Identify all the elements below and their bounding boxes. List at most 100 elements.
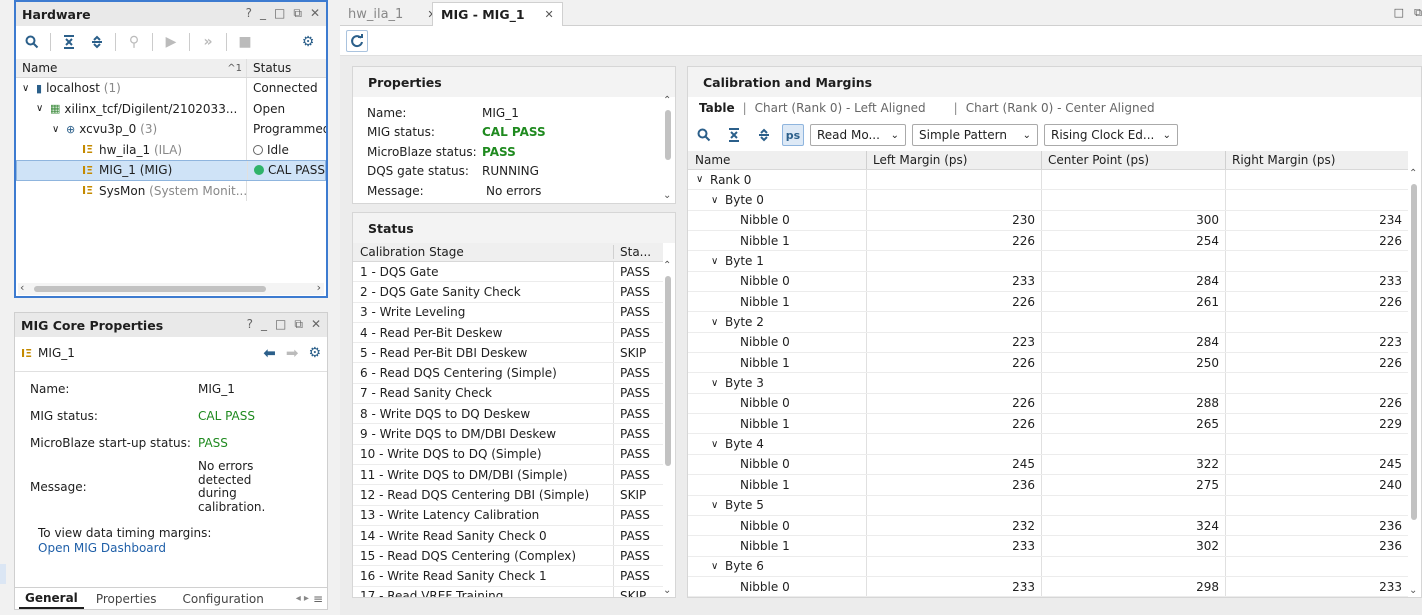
- scroll-down-icon[interactable]: ⌄: [663, 585, 671, 596]
- properties-scrollbar[interactable]: ⌃ ⌄: [662, 95, 674, 203]
- scrollbar-thumb[interactable]: [665, 276, 671, 466]
- read-mode-dropdown[interactable]: Read Mo... ⌄: [810, 124, 906, 146]
- expander-icon[interactable]: ∨: [696, 174, 710, 185]
- status-row[interactable]: 10 - Write DQS to DQ (Simple) PASS: [353, 444, 663, 465]
- close-icon[interactable]: ✕: [310, 6, 320, 21]
- expander-icon[interactable]: ∨: [711, 378, 725, 389]
- plug-icon[interactable]: ⚲: [122, 31, 146, 53]
- column-name[interactable]: Name: [22, 61, 57, 75]
- collapse-all-icon[interactable]: [722, 124, 746, 146]
- status-row[interactable]: 15 - Read DQS Centering (Complex) PASS: [353, 546, 663, 567]
- margin-row[interactable]: ∨ Byte 6: [688, 556, 1408, 577]
- maximize-icon[interactable]: □: [275, 317, 286, 332]
- status-row[interactable]: 11 - Write DQS to DM/DBI (Simple) PASS: [353, 464, 663, 486]
- status-row[interactable]: 14 - Write Read Sanity Check 0 PASS: [353, 525, 663, 547]
- expander-icon[interactable]: ∨: [711, 500, 725, 511]
- maximize-editor-icon[interactable]: □: [1394, 6, 1404, 19]
- close-tab-icon[interactable]: ✕: [545, 8, 554, 21]
- status-row[interactable]: 8 - Write DQS to DQ Deskew PASS: [353, 404, 663, 425]
- pattern-dropdown[interactable]: Simple Pattern ⌄: [912, 124, 1038, 146]
- margin-row[interactable]: Nibble 0 226 288 226: [688, 393, 1408, 415]
- editor-tab-mig[interactable]: MIG - MIG_1 ✕: [432, 2, 563, 26]
- tab-properties[interactable]: Properties: [90, 590, 163, 608]
- status-row[interactable]: 3 - Write Leveling PASS: [353, 302, 663, 323]
- margin-row[interactable]: Nibble 1 236 275 240: [688, 475, 1408, 496]
- scrollbar-thumb[interactable]: [665, 110, 671, 160]
- margin-row[interactable]: Nibble 0 223 284 223: [688, 332, 1408, 354]
- back-arrow-icon[interactable]: ⬅: [263, 344, 276, 362]
- margin-row[interactable]: Nibble 1 226 265 229: [688, 414, 1408, 435]
- maximize-icon[interactable]: □: [274, 6, 285, 21]
- margin-row[interactable]: Nibble 0 230 300 234: [688, 210, 1408, 232]
- column-status[interactable]: Sta...: [613, 245, 663, 259]
- expander-icon[interactable]: ∨: [711, 195, 725, 206]
- expander-icon[interactable]: ∨: [36, 103, 50, 114]
- scroll-left-icon[interactable]: ‹: [20, 281, 24, 294]
- status-row[interactable]: 9 - Write DQS to DM/DBI Deskew PASS: [353, 424, 663, 445]
- status-row[interactable]: 13 - Write Latency Calibration PASS: [353, 505, 663, 526]
- expander-icon[interactable]: ∨: [711, 317, 725, 328]
- collapse-all-icon[interactable]: [57, 31, 81, 53]
- view-tab-center-aligned[interactable]: Chart (Rank 0) - Center Aligned: [966, 101, 1155, 115]
- search-icon[interactable]: [20, 31, 44, 53]
- side-splitter[interactable]: [0, 564, 6, 584]
- status-scrollbar[interactable]: ⌃ ⌄: [662, 260, 674, 597]
- scroll-up-icon[interactable]: ⌃: [663, 260, 671, 271]
- stop-icon[interactable]: ■: [233, 31, 257, 53]
- margin-row[interactable]: ∨ Byte 3: [688, 373, 1408, 394]
- float-icon[interactable]: ⧉: [294, 317, 303, 332]
- editor-tab-hw-ila[interactable]: hw_ila_1 ✕: [340, 2, 445, 26]
- status-row[interactable]: 7 - Read Sanity Check PASS: [353, 383, 663, 405]
- scrollbar-thumb[interactable]: [34, 286, 266, 292]
- expander-icon[interactable]: ∨: [711, 439, 725, 450]
- column-center-point[interactable]: Center Point (ps): [1042, 151, 1226, 169]
- tab-scroll-icon[interactable]: ◂ ▸: [296, 593, 309, 604]
- status-row[interactable]: 2 - DQS Gate Sanity Check PASS: [353, 282, 663, 303]
- expand-all-icon[interactable]: [752, 124, 776, 146]
- margin-row[interactable]: Nibble 1 226 250 226: [688, 353, 1408, 374]
- status-row[interactable]: 17 - Read VREF Training SKIP: [353, 586, 663, 597]
- gear-icon[interactable]: ⚙: [296, 31, 320, 53]
- column-left-margin[interactable]: Left Margin (ps): [867, 151, 1042, 169]
- margin-row[interactable]: ∨ Byte 2: [688, 312, 1408, 333]
- tree-row-localhost[interactable]: ∨ ▮ localhost (1) Connected: [16, 78, 326, 99]
- expander-icon[interactable]: ∨: [52, 124, 66, 135]
- clock-edge-dropdown[interactable]: Rising Clock Ed... ⌄: [1044, 124, 1178, 146]
- expand-all-icon[interactable]: [85, 31, 109, 53]
- close-icon[interactable]: ✕: [311, 317, 321, 332]
- minimize-icon[interactable]: _: [261, 317, 267, 332]
- column-name[interactable]: Name: [688, 151, 867, 169]
- margin-row[interactable]: ∨ Rank 0: [688, 170, 1408, 191]
- ps-units-toggle[interactable]: ps: [782, 124, 804, 146]
- scroll-up-icon[interactable]: ⌃: [1409, 168, 1417, 179]
- gear-icon[interactable]: ⚙: [308, 345, 321, 361]
- scroll-down-icon[interactable]: ⌄: [1409, 585, 1417, 596]
- minimize-icon[interactable]: _: [260, 6, 266, 21]
- status-row[interactable]: 5 - Read Per-Bit DBI Deskew SKIP: [353, 343, 663, 364]
- restore-editor-icon[interactable]: ⧉: [1414, 6, 1422, 20]
- margin-row[interactable]: Nibble 0 245 322 245: [688, 454, 1408, 476]
- margin-row[interactable]: ∨ Byte 0: [688, 190, 1408, 211]
- search-icon[interactable]: [692, 124, 716, 146]
- scrollbar-thumb[interactable]: [1411, 184, 1417, 520]
- margin-row[interactable]: ∨ Byte 1: [688, 251, 1408, 272]
- tree-row-ila[interactable]: ΙΞ hw_ila_1 (ILA) Idle: [16, 139, 326, 160]
- scroll-up-icon[interactable]: ⌃: [663, 95, 671, 106]
- tree-row-device[interactable]: ∨ ⊕ xcvu3p_0 (3) Programmed: [16, 119, 326, 140]
- column-status[interactable]: Status: [253, 61, 291, 75]
- margins-scrollbar[interactable]: ⌃ ⌄: [1408, 168, 1420, 597]
- expander-icon[interactable]: ∨: [711, 561, 725, 572]
- run-immediate-icon[interactable]: »: [196, 31, 220, 53]
- open-mig-dashboard-link[interactable]: Open MIG Dashboard: [38, 541, 166, 555]
- margin-row[interactable]: ∨ Byte 5: [688, 495, 1408, 516]
- view-tab-left-aligned[interactable]: Chart (Rank 0) - Left Aligned: [755, 101, 926, 115]
- margin-row[interactable]: Nibble 0 233 298 233: [688, 576, 1408, 597]
- help-icon[interactable]: ?: [246, 6, 252, 21]
- margin-row[interactable]: Nibble 1 233 302 236: [688, 536, 1408, 557]
- column-calibration-stage[interactable]: Calibration Stage: [353, 245, 613, 259]
- expander-icon[interactable]: ∨: [22, 83, 36, 94]
- scroll-down-icon[interactable]: ⌄: [663, 190, 671, 201]
- expander-icon[interactable]: ∨: [711, 256, 725, 267]
- margin-row[interactable]: ∨ Byte 4: [688, 434, 1408, 455]
- margin-row[interactable]: Nibble 0 233 284 233: [688, 271, 1408, 293]
